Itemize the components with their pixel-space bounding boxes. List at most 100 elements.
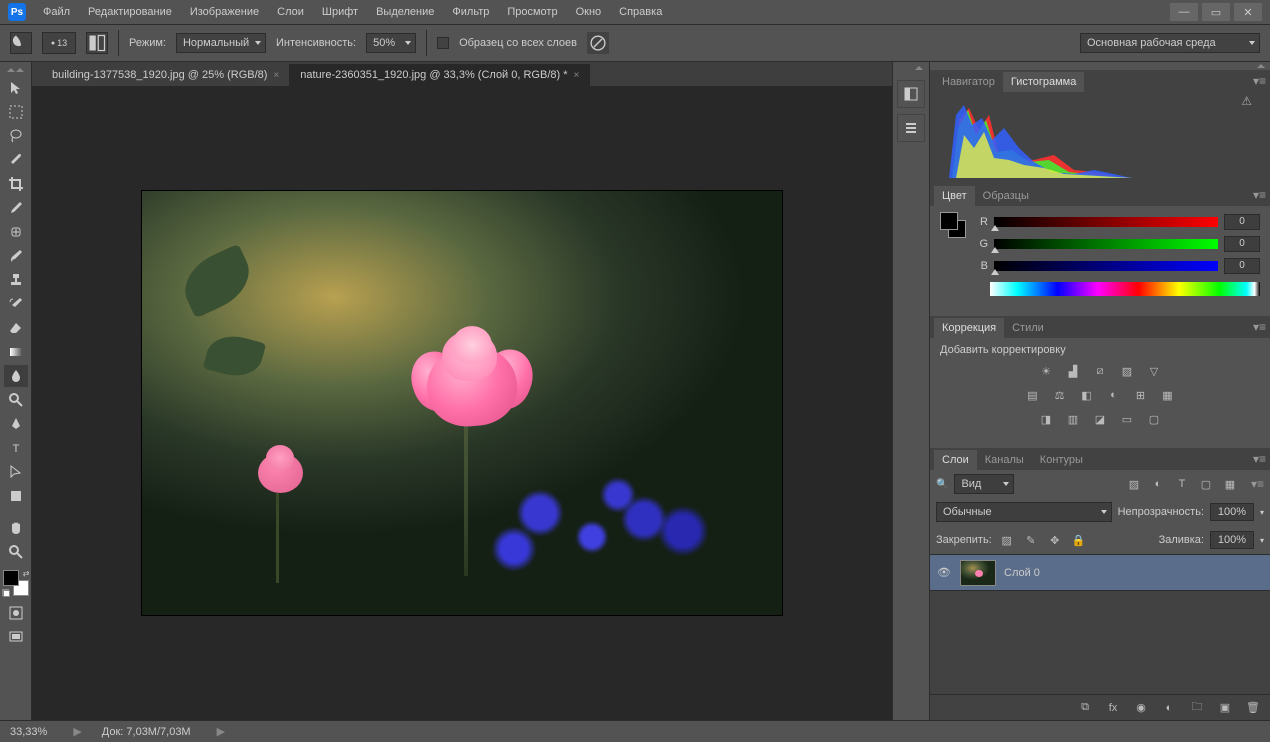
path-select-tool[interactable] — [4, 461, 28, 483]
channels-tab[interactable]: Каналы — [977, 450, 1032, 470]
blur-tool[interactable] — [4, 365, 28, 387]
g-slider[interactable] — [994, 239, 1218, 249]
panel-menu-icon[interactable]: ▾≡ — [1253, 320, 1266, 334]
layer-thumbnail[interactable] — [960, 560, 996, 586]
history-brush-tool[interactable] — [4, 293, 28, 315]
new-group-icon[interactable]: 🗀 — [1188, 699, 1206, 717]
screenmode-toggle[interactable] — [4, 626, 28, 648]
filter-pixel-icon[interactable]: ▨ — [1125, 475, 1143, 493]
swatches-tab[interactable]: Образцы — [975, 186, 1037, 206]
menu-layers[interactable]: Слои — [268, 2, 313, 22]
blend-mode-dropdown[interactable]: Нормальный — [176, 33, 266, 53]
eraser-tool[interactable] — [4, 317, 28, 339]
lasso-tool[interactable] — [4, 125, 28, 147]
workspace-switcher[interactable]: Основная рабочая среда — [1080, 33, 1260, 53]
color-tab[interactable]: Цвет — [934, 186, 975, 206]
panel-menu-icon[interactable]: ▾≡ — [1253, 188, 1266, 202]
minimize-button[interactable]: — — [1170, 3, 1198, 21]
brush-panel-toggle-icon[interactable] — [86, 32, 108, 54]
color-swatches[interactable]: ⇄ — [3, 570, 29, 596]
document-tab[interactable]: nature-2360351_1920.jpg @ 33,3% (Слой 0,… — [290, 64, 590, 86]
gradient-tool[interactable] — [4, 341, 28, 363]
intensity-dropdown[interactable]: 50% — [366, 33, 416, 53]
move-tool[interactable] — [4, 77, 28, 99]
color-panel-swatches[interactable] — [940, 212, 966, 238]
dodge-tool[interactable] — [4, 389, 28, 411]
lock-all-icon[interactable]: 🔒 — [1070, 531, 1088, 549]
filter-smart-icon[interactable]: ▦ — [1221, 475, 1239, 493]
doc-size[interactable]: Док: 7,03M/7,03M — [102, 726, 191, 738]
invert-icon[interactable]: ◨ — [1037, 410, 1055, 428]
g-value[interactable]: 0 — [1224, 236, 1260, 252]
fg-swatch[interactable] — [940, 212, 958, 230]
r-value[interactable]: 0 — [1224, 214, 1260, 230]
menu-edit[interactable]: Редактирование — [79, 2, 181, 22]
blend-mode-dropdown[interactable]: Обычные — [936, 502, 1112, 522]
threshold-icon[interactable]: ◪ — [1091, 410, 1109, 428]
panel-menu-icon[interactable]: ▾≡ — [1253, 74, 1266, 88]
close-tab-icon[interactable]: × — [574, 70, 580, 81]
layer-mask-icon[interactable]: ◉ — [1132, 699, 1150, 717]
toolbox-grip[interactable] — [2, 66, 30, 74]
adjustments-tab[interactable]: Коррекция — [934, 318, 1004, 338]
maximize-button[interactable]: ▭ — [1202, 3, 1230, 21]
vibrance-icon[interactable]: ▽ — [1145, 362, 1163, 380]
exposure-icon[interactable]: ▨ — [1118, 362, 1136, 380]
quickmask-toggle[interactable] — [4, 602, 28, 624]
layer-item[interactable]: 👁 Слой 0 — [930, 555, 1270, 591]
shape-tool[interactable] — [4, 485, 28, 507]
opacity-input[interactable]: 100% — [1210, 503, 1254, 521]
lock-paint-icon[interactable]: ✎ — [1022, 531, 1040, 549]
b-value[interactable]: 0 — [1224, 258, 1260, 274]
histogram-tab[interactable]: Гистограмма — [1003, 72, 1085, 92]
styles-tab[interactable]: Стили — [1004, 318, 1052, 338]
menu-filter[interactable]: Фильтр — [443, 2, 498, 22]
panel-expand-grip[interactable] — [896, 66, 926, 74]
panel-submenu-icon[interactable]: ▾≡ — [1251, 477, 1264, 491]
canvas-viewport[interactable] — [32, 86, 892, 720]
zoom-tool[interactable] — [4, 541, 28, 563]
brightness-icon[interactable]: ☀ — [1037, 362, 1055, 380]
crop-tool[interactable] — [4, 173, 28, 195]
menu-window[interactable]: Окно — [567, 2, 611, 22]
balance-icon[interactable]: ⚖ — [1051, 386, 1069, 404]
document-tab[interactable]: building-1377538_1920.jpg @ 25% (RGB/8)× — [42, 64, 290, 86]
menu-file[interactable]: Файл — [34, 2, 79, 22]
pressure-toggle-icon[interactable] — [587, 32, 609, 54]
sample-all-checkbox[interactable] — [437, 37, 449, 49]
lookup-icon[interactable]: ▦ — [1159, 386, 1177, 404]
menu-view[interactable]: Просмотр — [498, 2, 566, 22]
canvas[interactable] — [142, 191, 782, 615]
menu-type[interactable]: Шрифт — [313, 2, 367, 22]
filter-adjust-icon[interactable]: ◐ — [1149, 475, 1167, 493]
magic-wand-tool[interactable] — [4, 149, 28, 171]
lock-transparency-icon[interactable]: ▨ — [998, 531, 1016, 549]
statusbar-arrow-icon[interactable]: ▶ — [217, 725, 225, 738]
foreground-color[interactable] — [3, 570, 19, 586]
panel-grip[interactable] — [930, 62, 1270, 70]
properties-panel-icon[interactable] — [897, 114, 925, 142]
menu-select[interactable]: Выделение — [367, 2, 443, 22]
close-tab-icon[interactable]: × — [273, 70, 279, 81]
current-tool-icon[interactable] — [10, 32, 32, 54]
curves-icon[interactable]: ⧄ — [1091, 362, 1109, 380]
r-slider[interactable] — [994, 217, 1218, 227]
hue-icon[interactable]: ▤ — [1024, 386, 1042, 404]
fill-input[interactable]: 100% — [1210, 531, 1254, 549]
selective-icon[interactable]: ▢ — [1145, 410, 1163, 428]
posterize-icon[interactable]: ▥ — [1064, 410, 1082, 428]
link-layers-icon[interactable]: ⧉ — [1076, 699, 1094, 717]
marquee-tool[interactable] — [4, 101, 28, 123]
delete-layer-icon[interactable]: 🗑 — [1244, 699, 1262, 717]
healing-tool[interactable] — [4, 221, 28, 243]
lock-position-icon[interactable]: ✥ — [1046, 531, 1064, 549]
paths-tab[interactable]: Контуры — [1032, 450, 1091, 470]
history-panel-icon[interactable] — [897, 80, 925, 108]
gradient-map-icon[interactable]: ▭ — [1118, 410, 1136, 428]
channel-mixer-icon[interactable]: ⊞ — [1132, 386, 1150, 404]
hand-tool[interactable] — [4, 517, 28, 539]
photo-filter-icon[interactable]: ◐ — [1105, 386, 1123, 404]
default-colors-icon[interactable] — [2, 589, 10, 597]
swap-colors-icon[interactable]: ⇄ — [23, 569, 30, 578]
layer-name[interactable]: Слой 0 — [1004, 567, 1040, 579]
